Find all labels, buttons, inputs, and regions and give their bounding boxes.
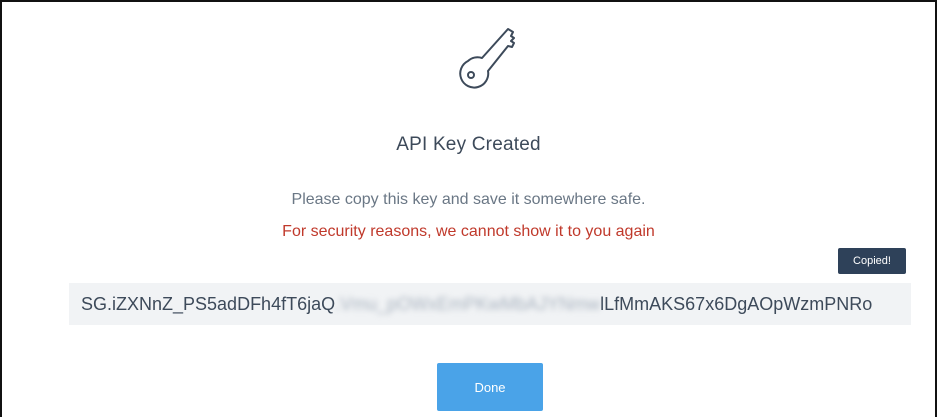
api-key-field[interactable]: SG.iZXNnZ_PS5adDFh4fT6jaQ .Vmu_pOWxEmPKwM… [69, 283, 911, 325]
copied-tooltip: Copied! [838, 248, 906, 274]
key-icon [459, 28, 515, 89]
api-key-dialog: API Key Created Please copy this key and… [0, 0, 937, 417]
dialog-subtitle: Please copy this key and save it somewhe… [291, 191, 646, 208]
dialog-title: API Key Created [396, 134, 541, 155]
api-key-visible-start: SG.iZXNnZ_PS5adDFh4fT6jaQ [81, 293, 336, 314]
api-key-visible-end: lLfMmAKS67x6DgAOpWzmPNRo [600, 293, 873, 314]
security-warning: For security reasons, we cannot show it … [282, 223, 655, 240]
done-button[interactable]: Done [437, 363, 543, 411]
api-key-redacted: .Vmu_pOWxEmPKwMbAJYNmw [335, 293, 601, 314]
